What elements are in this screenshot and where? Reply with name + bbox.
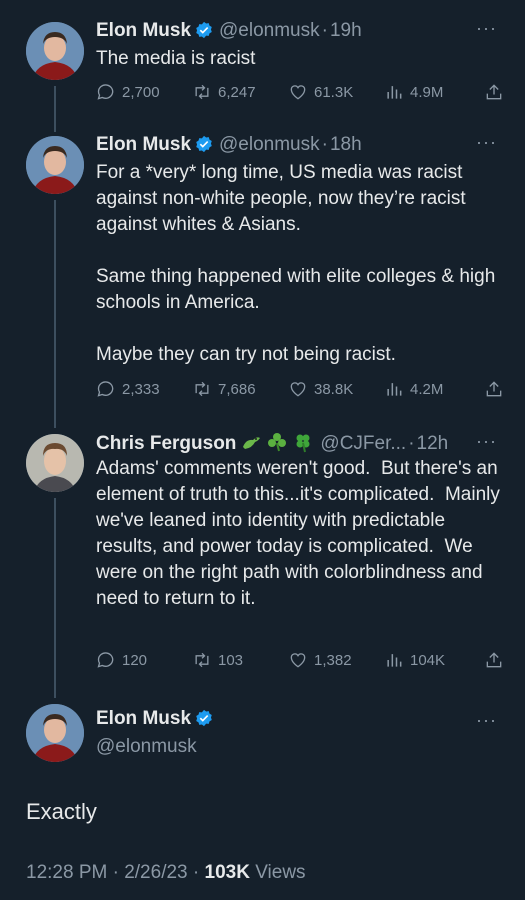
views-label: Views <box>249 862 306 883</box>
retweet-button[interactable]: 7,686 <box>192 379 288 399</box>
dragon-emoji-icon <box>240 431 262 459</box>
four-leaf-clover-emoji-icon <box>292 431 314 459</box>
views-count: 4.2M <box>410 380 444 398</box>
retweet-icon <box>195 84 209 100</box>
tweet-text: Adams' comments weren't good. But there'… <box>96 458 506 609</box>
tweet-meta: 12:28 PM · 2/26/23 · 103K Views <box>26 862 306 884</box>
author-name[interactable]: Elon Musk <box>96 134 191 155</box>
main-tweet-text: Exactly <box>26 799 97 824</box>
avatar[interactable] <box>26 434 84 492</box>
retweet-count: 6,247 <box>218 83 256 101</box>
separator-dot: · <box>408 433 415 454</box>
like-button[interactable]: 1,382 <box>288 650 384 670</box>
like-button[interactable]: 38.8K <box>288 379 384 399</box>
views-button[interactable]: 4.2M <box>384 379 480 399</box>
author-handle[interactable]: @elonmusk <box>219 134 320 155</box>
reply-button[interactable]: 2,700 <box>96 82 192 102</box>
verified-badge-icon <box>196 21 212 39</box>
separator-dot: · <box>321 134 328 155</box>
avatar[interactable] <box>26 136 84 194</box>
like-button[interactable]: 61.3K <box>288 82 384 102</box>
like-count: 1,382 <box>314 651 352 669</box>
more-icon[interactable]: ··· <box>476 431 497 452</box>
avatar-image <box>26 22 84 80</box>
retweet-count: 7,686 <box>218 380 256 398</box>
reply-icon <box>97 381 114 397</box>
share-icon <box>486 652 502 668</box>
like-count: 61.3K <box>314 83 354 101</box>
retweet-icon <box>195 381 209 397</box>
retweet-icon <box>195 652 209 668</box>
views-icon <box>387 654 402 667</box>
author-handle[interactable]: @elonmusk <box>219 20 320 41</box>
more-icon[interactable]: ··· <box>476 710 497 731</box>
verified-badge-icon <box>196 709 212 727</box>
views-count: 104K <box>410 651 446 669</box>
more-icon[interactable]: ··· <box>476 18 497 39</box>
share-icon <box>486 381 502 397</box>
main-author-handle[interactable]: @elonmusk <box>96 736 197 758</box>
reply-icon <box>97 84 114 100</box>
views-button[interactable]: 4.9M <box>384 82 480 102</box>
tweet-actions: 120 103 1,382 104K <box>96 648 504 672</box>
share-icon <box>486 84 502 100</box>
avatar[interactable] <box>26 22 84 80</box>
retweet-count: 103 <box>218 651 244 669</box>
tweet-text: For a *very* long time, US media was rac… <box>96 162 496 365</box>
like-icon <box>290 653 306 668</box>
reply-icon <box>97 652 114 668</box>
reply-count: 120 <box>122 651 148 669</box>
author-name[interactable]: Elon Musk <box>96 708 191 729</box>
views-button[interactable]: 104K <box>384 650 480 670</box>
tweet-actions: 2,700 6,247 61.3K 4.9M <box>96 80 504 104</box>
verified-badge-icon <box>196 135 212 153</box>
tweet-text: The media is racist <box>96 48 256 69</box>
share-button[interactable] <box>484 82 504 102</box>
avatar-image <box>26 704 84 762</box>
shamrock-emoji-icon <box>266 431 288 459</box>
avatar-image <box>26 434 84 492</box>
tweet[interactable]: Elon Musk @elonmusk · 19h ··· The media is … <box>0 0 525 120</box>
views-icon <box>387 86 402 99</box>
tweet-actions: 2,333 7,686 38.8K 4.2M <box>96 377 504 401</box>
tweet[interactable]: Chris Ferguson @CJFer... · 12h ··· Adams' c… <box>0 420 525 690</box>
author-name[interactable]: Chris Ferguson <box>96 433 236 454</box>
separator-dot: · <box>321 20 328 41</box>
share-button[interactable] <box>484 379 504 399</box>
tweet-time[interactable]: 18h <box>330 134 362 155</box>
share-button[interactable] <box>484 650 504 670</box>
avatar[interactable] <box>26 704 84 762</box>
tweet[interactable]: Elon Musk @elonmusk · 18h ··· For a *very* … <box>0 120 525 420</box>
main-author-name[interactable]: Elon Musk <box>96 708 213 730</box>
reply-button[interactable]: 2,333 <box>96 379 192 399</box>
retweet-button[interactable]: 6,247 <box>192 82 288 102</box>
more-icon[interactable]: ··· <box>476 132 497 153</box>
tweet-time[interactable]: 19h <box>330 20 362 41</box>
like-icon <box>290 382 306 397</box>
author-name[interactable]: Elon Musk <box>96 20 191 41</box>
tweet-time[interactable]: 12h <box>417 433 449 454</box>
views-icon <box>387 383 402 396</box>
views-count: 4.9M <box>410 83 444 101</box>
like-icon <box>290 85 306 100</box>
timestamp[interactable]: 12:28 PM · 2/26/23 · <box>26 862 205 883</box>
author-handle[interactable]: @CJFer... <box>320 433 406 454</box>
like-count: 38.8K <box>314 380 354 398</box>
retweet-button[interactable]: 103 <box>192 650 288 670</box>
reply-count: 2,700 <box>122 83 160 101</box>
reply-count: 2,333 <box>122 380 160 398</box>
avatar-image <box>26 136 84 194</box>
views-total: 103K <box>204 862 250 883</box>
reply-button[interactable]: 120 <box>96 650 192 670</box>
